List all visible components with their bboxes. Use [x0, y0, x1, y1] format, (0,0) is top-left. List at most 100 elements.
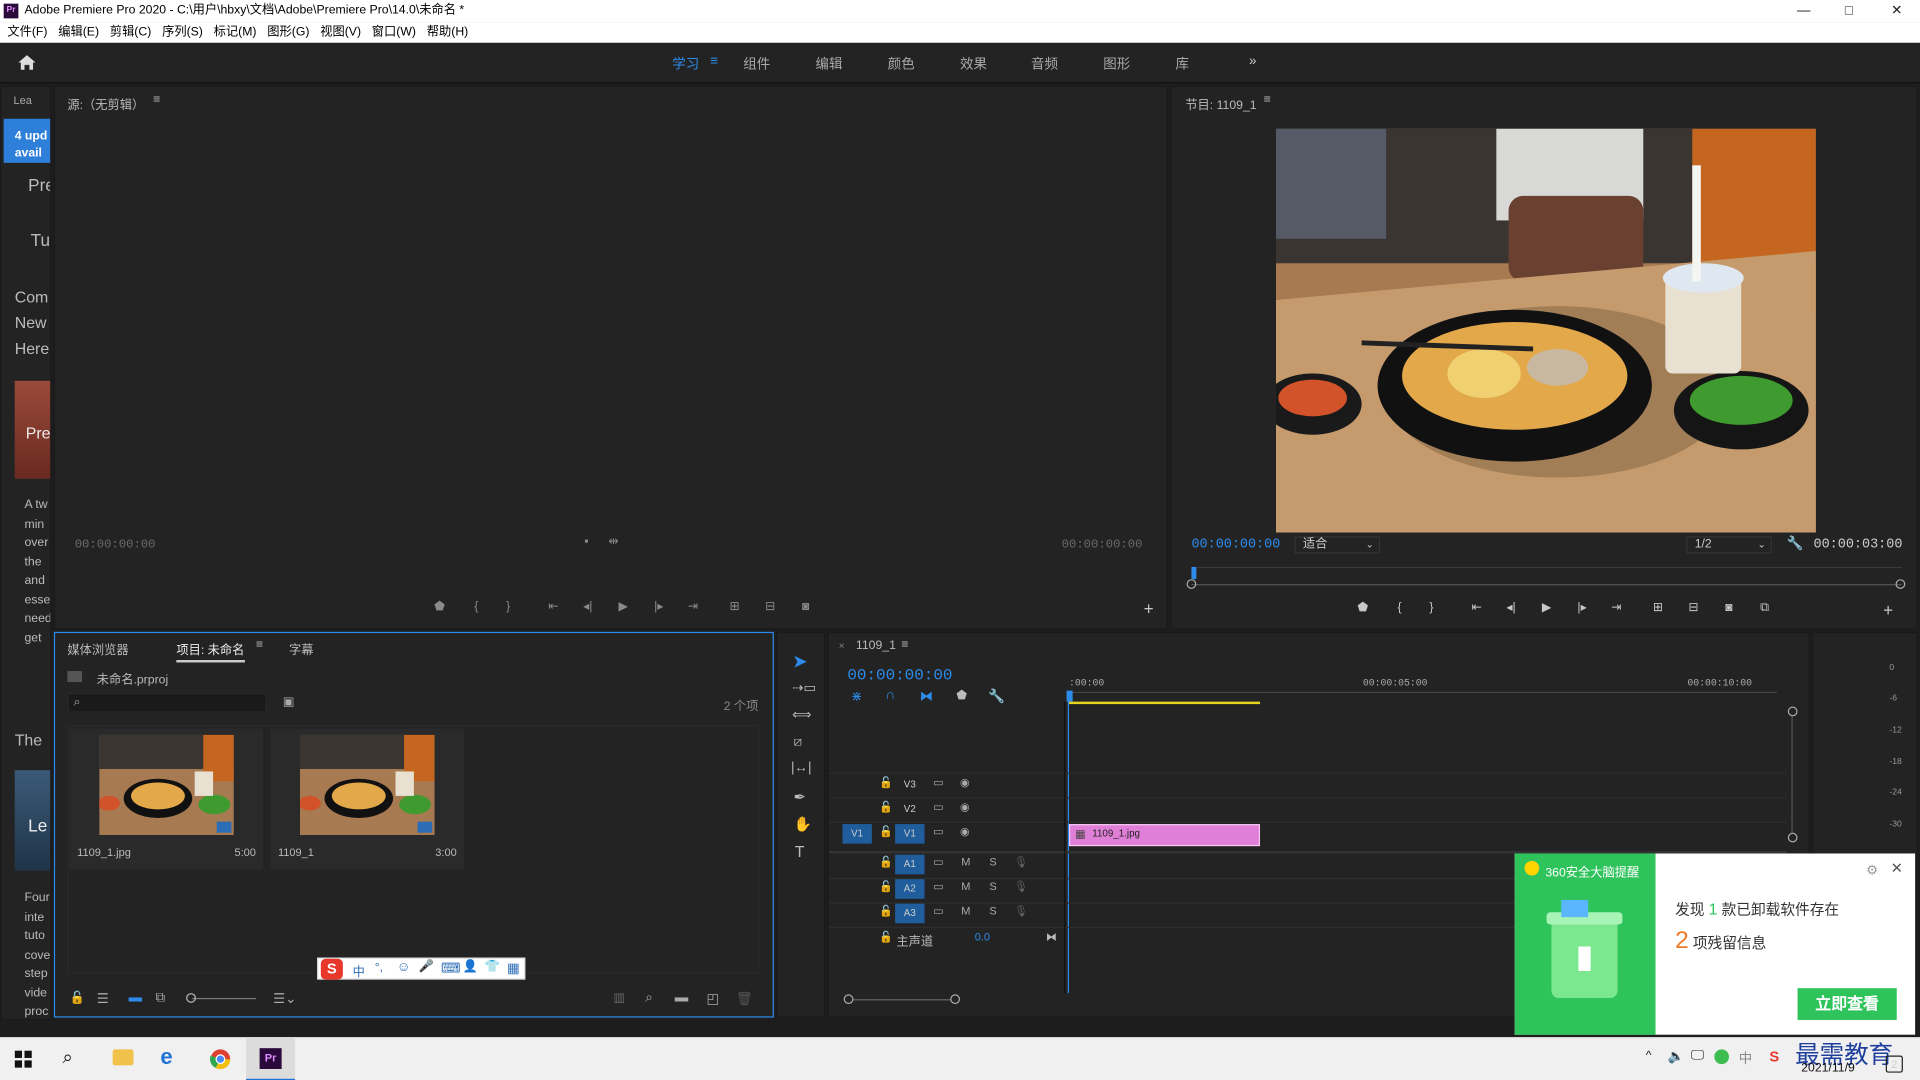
ripple-edit-tool-icon[interactable]: ⟺ — [792, 707, 811, 723]
source-patch[interactable]: V1 — [842, 824, 872, 844]
track-lock-icon[interactable]: 🔓 — [879, 905, 893, 918]
chrome-icon[interactable] — [209, 1048, 231, 1070]
settings-icon[interactable]: ⚙ — [1866, 862, 1878, 878]
comparison-view-icon[interactable]: ⧉ — [1756, 601, 1773, 614]
workspace-tab-learn[interactable]: 学习 — [672, 54, 699, 74]
razor-tool-icon[interactable]: ⧄ — [793, 735, 802, 751]
panel-menu-icon[interactable]: ≡ — [1264, 93, 1271, 106]
horizontal-zoom-handle-right[interactable] — [950, 994, 961, 1005]
lift-icon[interactable]: ⊞ — [1649, 601, 1666, 614]
horizontal-zoom-handle-left[interactable] — [843, 994, 854, 1005]
ime-emoji-icon[interactable]: ☺ — [397, 960, 411, 975]
tab-project[interactable]: 项目: 未命名 — [176, 639, 245, 663]
hand-tool-icon[interactable]: ✋ — [793, 816, 811, 833]
trash-icon[interactable]: 🗑 — [736, 991, 753, 1007]
source-tc-out[interactable]: 00:00:00:00 — [1062, 539, 1143, 552]
playhead[interactable] — [1191, 566, 1197, 580]
timeline-clip[interactable]: ▦ 1109_1.jpg — [1068, 824, 1261, 847]
premiere-taskbar-button[interactable]: Pr — [246, 1038, 296, 1080]
vertical-scroll-handle-bottom[interactable] — [1787, 832, 1798, 843]
project-item[interactable]: 1109_1.jpg 5:00 — [69, 728, 264, 870]
sogou-tray-icon[interactable]: S — [1769, 1048, 1779, 1065]
windows-start-icon[interactable] — [14, 1050, 32, 1068]
sogou-logo-icon[interactable]: S — [320, 958, 343, 980]
track-lock-icon[interactable]: 🔓 — [879, 880, 893, 893]
program-time-ruler[interactable] — [1191, 566, 1902, 580]
add-marker-icon[interactable]: ⬟ — [1354, 601, 1371, 614]
sync-lock-icon[interactable]: ▭ — [933, 825, 943, 838]
security-tray-icon[interactable] — [1714, 1049, 1729, 1065]
vertical-scroll-handle-top[interactable] — [1787, 706, 1798, 717]
track-lock-icon[interactable]: 🔓 — [879, 856, 893, 869]
mute-button[interactable]: M — [961, 880, 970, 892]
go-to-in-icon[interactable]: ⇤ — [1468, 601, 1485, 614]
eye-icon[interactable]: ◉ — [960, 776, 970, 789]
workspace-tab-editing[interactable]: 编辑 — [816, 54, 843, 74]
icon-view-icon[interactable]: ▬ — [129, 991, 142, 1006]
ime-chinese-mode[interactable]: 中 — [353, 961, 365, 979]
eye-icon[interactable]: ◉ — [960, 801, 970, 814]
nest-icon[interactable]: ⋇ — [851, 688, 862, 704]
playhead[interactable] — [1066, 690, 1073, 702]
menu-window[interactable]: 窗口(W) — [372, 22, 416, 43]
solo-button[interactable]: S — [989, 856, 996, 868]
sort-icon[interactable]: ☰⌄ — [273, 991, 296, 1007]
pen-tool-icon[interactable]: ✒ — [793, 789, 805, 806]
play-icon[interactable]: ▶ — [615, 600, 632, 613]
notification-center-icon[interactable]: 2 — [1885, 1055, 1903, 1073]
step-forward-icon[interactable]: |▸ — [650, 600, 667, 613]
timeline-tc[interactable]: 00:00:00:00 — [847, 666, 952, 684]
project-search-input[interactable]: ⌕ — [67, 693, 267, 713]
workspace-tab-assembly[interactable]: 组件 — [743, 54, 770, 74]
mark-out-icon[interactable]: } — [500, 600, 517, 613]
eye-icon[interactable]: ◉ — [960, 825, 970, 838]
zoom-slider[interactable] — [192, 997, 256, 1000]
go-to-out-icon[interactable]: ⇥ — [1608, 601, 1625, 614]
type-tool-icon[interactable]: T — [795, 842, 805, 860]
track-label[interactable]: V3 — [895, 775, 924, 795]
menu-help[interactable]: 帮助(H) — [427, 22, 468, 43]
snap-icon[interactable]: ∩ — [885, 688, 895, 703]
mark-in-icon[interactable]: { — [468, 600, 485, 613]
maximize-button[interactable]: □ — [1826, 0, 1873, 22]
play-icon[interactable]: ▶ — [1538, 601, 1555, 614]
track-label[interactable]: A1 — [895, 854, 925, 875]
find-icon[interactable]: ⌕ — [645, 991, 653, 1007]
mark-out-icon[interactable]: } — [1423, 601, 1440, 614]
tutorial-thumbnail[interactable]: Pre — [14, 380, 51, 479]
source-monitor-title[interactable]: 源:（无剪辑） — [67, 94, 144, 112]
workspace-tab-graphics[interactable]: 图形 — [1103, 54, 1130, 74]
menu-edit[interactable]: 编辑(E) — [58, 22, 99, 43]
workspace-tab-libraries[interactable]: 库 — [1176, 54, 1189, 74]
sync-lock-icon[interactable]: ▭ — [933, 801, 943, 814]
sync-lock-icon[interactable]: ▭ — [933, 880, 943, 893]
learn-tab[interactable]: Lea — [13, 94, 31, 106]
resolution-dropdown[interactable]: 1/2 ⌄ — [1686, 536, 1772, 554]
export-frame-icon[interactable]: ◙ — [797, 600, 814, 613]
microphone-icon[interactable]: 🎙 — [1014, 880, 1028, 893]
tray-chevron-icon[interactable]: ^ — [1646, 1049, 1652, 1062]
list-view-icon[interactable]: ☰ — [97, 991, 109, 1007]
linked-selection-icon[interactable]: ⧓ — [920, 688, 933, 704]
tutorial-thumbnail[interactable]: Le — [14, 770, 51, 871]
panel-menu-icon[interactable]: ≡ — [153, 93, 160, 106]
sync-lock-icon[interactable]: ▭ — [933, 856, 943, 869]
go-to-end-icon[interactable]: ⧓ — [1046, 931, 1057, 944]
vertical-scrollbar[interactable] — [1791, 716, 1793, 833]
source-tc-in[interactable]: 00:00:00:00 — [75, 539, 156, 552]
wrench-icon[interactable]: 🔧 — [988, 688, 1005, 704]
work-area-bar[interactable] — [1068, 701, 1261, 705]
close-button[interactable]: ✕ — [1873, 0, 1920, 22]
workspace-menu-icon[interactable]: ≡ — [710, 54, 718, 69]
extract-icon[interactable]: ⊟ — [1685, 601, 1702, 614]
ime-user-icon[interactable]: 👤 — [463, 960, 478, 973]
solo-button[interactable]: S — [989, 905, 996, 917]
edge-icon[interactable]: e — [160, 1044, 172, 1070]
microphone-icon[interactable]: 🎙 — [1014, 905, 1028, 918]
insert-icon[interactable]: ⊞ — [726, 600, 743, 613]
workspace-tab-audio[interactable]: 音频 — [1031, 54, 1058, 74]
volume-icon[interactable]: 🔈 — [1668, 1048, 1685, 1064]
drag-video-icon[interactable]: ▪ — [578, 535, 595, 548]
sync-lock-icon[interactable]: ▭ — [933, 776, 943, 789]
menu-graphics[interactable]: 图形(G) — [267, 22, 309, 43]
